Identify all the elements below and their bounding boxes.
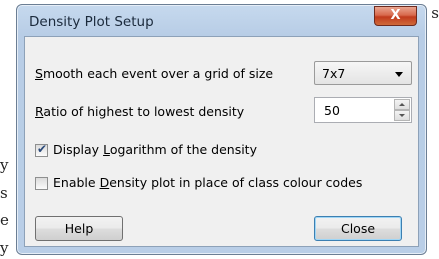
ratio-label: Ratio of highest to lowest density	[35, 104, 245, 119]
checkmark-icon: ✔	[37, 142, 48, 156]
help-button[interactable]: Help	[35, 216, 123, 241]
close-window-button[interactable]: X	[374, 6, 417, 26]
title-bar[interactable]: Density Plot Setup X	[17, 5, 426, 37]
grid-size-dropdown[interactable]: 7x7	[314, 61, 412, 85]
enable-density-checkbox[interactable]	[35, 177, 48, 190]
log-density-checkbox[interactable]: ✔	[35, 142, 48, 157]
chevron-down-icon	[395, 72, 403, 77]
smooth-grid-label: Smooth each event over a grid of size	[35, 66, 274, 81]
background-text-fragment: e	[0, 211, 9, 229]
close-button[interactable]: Close	[314, 216, 402, 241]
log-density-label[interactable]: Display Logarithm of the density	[53, 142, 257, 157]
dialog-title: Density Plot Setup	[29, 14, 154, 30]
spinner-buttons	[394, 99, 410, 121]
density-plot-setup-dialog: Density Plot Setup X Smooth each event o…	[16, 4, 427, 255]
arrow-down-icon	[399, 114, 405, 117]
background-text-fragment: s	[0, 184, 8, 202]
ratio-spinner[interactable]: 50	[314, 97, 412, 123]
ratio-input[interactable]: 50	[324, 103, 340, 118]
enable-density-label[interactable]: Enable Density plot in place of class co…	[53, 175, 362, 190]
dialog-body: Smooth each event over a grid of size 7x…	[24, 36, 419, 247]
close-icon: X	[390, 8, 401, 23]
background-text-fragment: y	[0, 239, 9, 257]
spin-down-button[interactable]	[394, 110, 410, 121]
background-text-fragment: y	[0, 156, 9, 174]
spin-up-button[interactable]	[394, 99, 410, 110]
arrow-up-icon	[399, 103, 405, 106]
background-text-fragment: s	[431, 4, 439, 22]
grid-size-value: 7x7	[322, 66, 346, 81]
